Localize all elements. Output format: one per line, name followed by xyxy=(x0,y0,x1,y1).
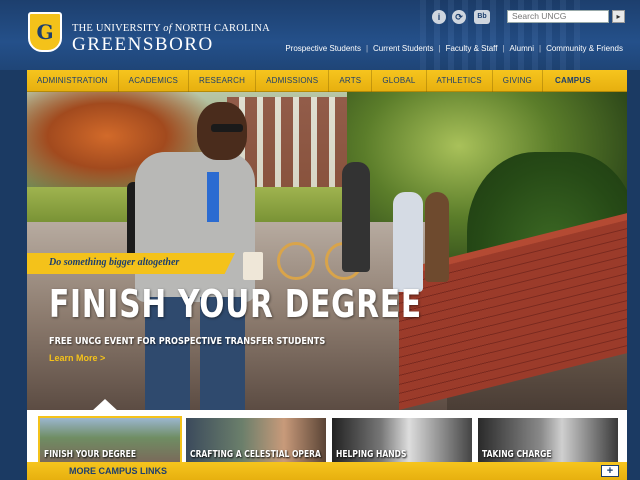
nav-item-global[interactable]: GLOBAL xyxy=(372,69,427,92)
hero-tagline: Do something bigger altogether xyxy=(49,257,180,268)
bike-wheel xyxy=(277,242,315,280)
audience-link-prospective[interactable]: Prospective Students xyxy=(280,44,366,53)
hero-photo-student xyxy=(393,192,423,292)
slide-thumbnail-label: TAKING CHARGE xyxy=(482,449,552,460)
expand-plus-icon[interactable]: + xyxy=(601,465,619,477)
nav-item-academics[interactable]: ACADEMICS xyxy=(119,69,190,92)
nav-item-giving[interactable]: GIVING xyxy=(493,69,543,92)
audience-link-current[interactable]: Current Students xyxy=(368,44,438,53)
uncg-logo-icon[interactable]: G xyxy=(28,12,62,52)
slide-thumbnail-label: FINISH YOUR DEGREE xyxy=(44,449,137,460)
slide-thumbnail[interactable]: HELPING HANDS xyxy=(332,418,472,462)
nav-item-administration[interactable]: ADMINISTRATION xyxy=(27,69,119,92)
slide-thumbnail[interactable]: FINISH YOUR DEGREE xyxy=(38,416,182,464)
search-input[interactable]: Search UNCG xyxy=(507,10,609,23)
slide-thumbnail[interactable]: CRAFTING A CELESTIAL OPERA xyxy=(186,418,326,462)
name-of: of xyxy=(163,23,172,34)
name-suffix: NORTH CAROLINA xyxy=(174,23,270,34)
sunglasses xyxy=(211,124,243,132)
search-go-button[interactable]: ▸ xyxy=(612,10,625,23)
nav-item-admissions[interactable]: ADMISSIONS xyxy=(256,69,330,92)
share-icon[interactable]: ⟳ xyxy=(452,10,466,24)
info-icon[interactable]: i xyxy=(432,10,446,24)
site-header: G THE UNIVERSITY of NORTH CAROLINA GREEN… xyxy=(0,0,640,70)
university-name-main[interactable]: GREENSBORO xyxy=(72,34,214,56)
slide-thumbnail-label: HELPING HANDS xyxy=(336,449,407,460)
more-campus-links-bar[interactable]: MORE CAMPUS LINKS + xyxy=(27,462,627,480)
university-name-line[interactable]: THE UNIVERSITY of NORTH CAROLINA xyxy=(72,23,270,34)
hero-banner[interactable]: Do something bigger altogether FINISH YO… xyxy=(27,92,627,410)
coffee-cup xyxy=(243,252,263,280)
audience-link-alumni[interactable]: Alumni xyxy=(505,44,539,53)
nav-item-athletics[interactable]: ATHLETICS xyxy=(427,69,493,92)
hero-subhead: FREE UNCG EVENT FOR PROSPECTIVE TRANSFER… xyxy=(49,336,326,347)
hero-photo-student xyxy=(425,192,449,282)
audience-link-community[interactable]: Community & Friends xyxy=(541,44,628,53)
campus-links-dropdown[interactable]: CAMPUS LINKS xyxy=(543,70,627,107)
jacket xyxy=(135,152,255,302)
audience-links: Prospective Students | Current Students | … xyxy=(280,44,628,53)
nav-item-arts[interactable]: ARTS xyxy=(329,69,373,92)
hero-tagline-banner: Do something bigger altogether xyxy=(27,253,235,274)
main-nav: ADMINISTRATION ACADEMICS RESEARCH ADMISS… xyxy=(27,69,627,107)
logo-initial: G xyxy=(36,20,54,44)
hero-photo-student xyxy=(342,162,370,272)
hero-headline[interactable]: FINISH YOUR DEGREE xyxy=(49,282,422,326)
nav-item-research[interactable]: RESEARCH xyxy=(189,69,257,92)
shirt xyxy=(207,172,219,222)
learn-more-link[interactable]: Learn More > xyxy=(49,353,105,363)
audience-link-faculty[interactable]: Faculty & Staff xyxy=(441,44,503,53)
blackboard-icon[interactable]: Bb xyxy=(474,10,490,24)
slide-thumbnail[interactable]: TAKING CHARGE xyxy=(478,418,618,462)
more-campus-links-label: MORE CAMPUS LINKS xyxy=(69,466,168,476)
slide-thumbnail-label: CRAFTING A CELESTIAL OPERA xyxy=(190,449,321,460)
name-prefix: THE UNIVERSITY xyxy=(72,23,161,34)
